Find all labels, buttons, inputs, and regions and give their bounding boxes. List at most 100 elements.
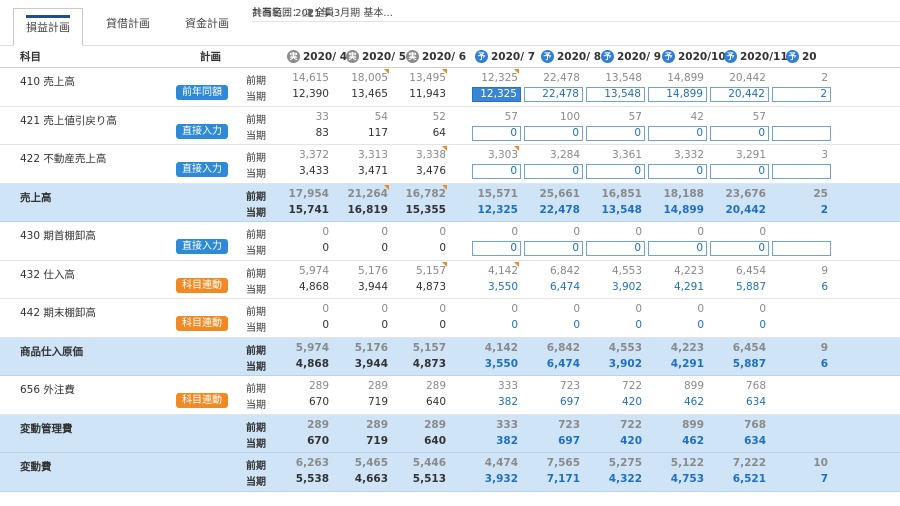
month-header-4: 予 2020/ 8 [541, 46, 601, 68]
actual-badge-icon: 実 [287, 50, 300, 63]
actual-badge-icon: 実 [406, 50, 419, 63]
cur-period-label: 当期 [246, 130, 266, 142]
prev-value: 7,222 [732, 457, 766, 469]
cur-value: 6 [820, 357, 828, 370]
month-header-1: 実 2020/ 5 [346, 46, 406, 68]
month-label: 2020/ 9 [617, 51, 662, 63]
cur-value: 83 [315, 126, 329, 139]
prev-value: 22,478 [543, 72, 580, 84]
value-input[interactable]: 0 [472, 241, 521, 256]
value-input[interactable] [772, 241, 831, 256]
cur-value: 2 [820, 203, 828, 216]
month-header-7: 予 2020/11 [724, 46, 788, 68]
prev-value: 723 [558, 418, 580, 431]
value-input[interactable]: 2 [772, 87, 831, 102]
cur-period-label: 当期 [246, 284, 266, 296]
cur-value: 0 [573, 319, 580, 331]
cur-value: 0 [381, 319, 388, 331]
value-input[interactable]: 0 [472, 164, 521, 179]
prev-period-label: 前期 [246, 114, 266, 126]
cur-value: 670 [307, 434, 329, 447]
prev-value: 57 [504, 110, 518, 123]
prev-value: 6,454 [735, 264, 766, 277]
plan-method-button[interactable]: 科目連動 [176, 316, 228, 331]
account-row: 430 期首棚卸高 直接入力 前期 当期 0 0 0 0 0 0 0 0 0 0 0 0 0 0 0 0 [0, 222, 900, 261]
month-label: 2020/10 [678, 51, 726, 63]
cur-value: 3,476 [415, 165, 446, 177]
cur-value: 6,521 [732, 473, 766, 485]
prev-value: 289 [424, 418, 446, 431]
scope-value: 全員 [314, 8, 335, 19]
value-input[interactable]: 0 [586, 241, 645, 256]
prev-value: 9 [821, 264, 828, 277]
cur-period-label: 当期 [246, 400, 266, 411]
plan-method-button[interactable]: 前年同額 [176, 85, 228, 100]
prev-value: 289 [307, 418, 329, 431]
value-input[interactable]: 14,899 [648, 87, 707, 102]
value-input[interactable] [772, 164, 831, 179]
month-header-8: 予 20 [786, 46, 817, 68]
prev-period-label: 前期 [246, 76, 266, 87]
tab-bs[interactable]: 貸借計画 [88, 8, 168, 40]
subtotal-row: 売上高 前期 当期 17,954 15,741 21,264 16,819 16,782 15,… [0, 183, 900, 222]
value-input[interactable] [772, 125, 831, 141]
prev-value: 15,571 [477, 187, 518, 200]
value-input[interactable]: 22,478 [524, 87, 583, 102]
tab-label: 資金計画 [185, 17, 229, 30]
value-input[interactable]: 0 [710, 164, 769, 179]
prev-value: 0 [439, 303, 446, 315]
plan-method-button[interactable]: 科目連動 [176, 393, 228, 408]
prev-value: 4,474 [484, 457, 518, 469]
value-input[interactable]: 13,548 [586, 87, 645, 102]
value-input[interactable]: 0 [648, 164, 707, 179]
changed-marker-icon [514, 69, 519, 74]
cur-value: 4,873 [412, 357, 446, 370]
cur-value: 6 [821, 280, 828, 293]
value-input[interactable]: 0 [648, 125, 707, 141]
value-input[interactable]: 0 [586, 164, 645, 179]
plan-method-button[interactable]: 直接入力 [176, 123, 228, 139]
value-input[interactable]: 12,325 [472, 87, 521, 102]
value-input[interactable]: 0 [648, 241, 707, 256]
value-input[interactable]: 0 [524, 125, 583, 141]
prev-value: 289 [366, 418, 388, 431]
prev-value: 17,954 [288, 187, 329, 200]
value-input[interactable]: 0 [524, 241, 583, 256]
cur-value: 12,390 [292, 88, 329, 100]
prev-period-label: 前期 [246, 384, 266, 395]
value-input[interactable]: 0 [472, 125, 521, 141]
header-account: 科目 [20, 51, 41, 63]
plan-method-button[interactable]: 直接入力 [176, 162, 228, 177]
prev-value: 42 [690, 110, 704, 123]
cur-value: 462 [682, 434, 704, 447]
month-label: 2020/ 5 [362, 51, 407, 63]
prev-value: 333 [496, 418, 518, 431]
prev-period-label: 前期 [246, 191, 266, 203]
cur-value: 634 [744, 434, 766, 447]
cur-value: 670 [308, 396, 329, 408]
value-input[interactable]: 20,442 [710, 87, 769, 102]
prev-value: 289 [425, 380, 446, 392]
month-label: 2020/ 6 [422, 51, 467, 63]
prev-value: 57 [752, 110, 766, 123]
cur-value: 5,887 [732, 357, 766, 370]
cur-period-label: 当期 [246, 246, 266, 257]
plan-method-button[interactable]: 科目連動 [176, 277, 228, 293]
value-input[interactable]: 0 [524, 164, 583, 179]
prev-value: 0 [697, 303, 704, 315]
cur-value: 382 [496, 434, 518, 447]
month-header-2: 実 2020/ 6 [406, 46, 466, 68]
prev-value: 4,142 [487, 264, 518, 277]
value-input[interactable]: 0 [710, 125, 769, 141]
value-input[interactable]: 0 [586, 125, 645, 141]
plan-method-button[interactable]: 直接入力 [176, 239, 228, 254]
value-input[interactable]: 0 [710, 241, 769, 256]
prev-value: 54 [374, 110, 388, 123]
prev-value: 13,548 [605, 72, 642, 84]
tab-pl[interactable]: 損益計画 [13, 8, 83, 46]
tab-cf[interactable]: 資金計画 [168, 8, 246, 40]
prev-value: 100 [559, 110, 580, 123]
account-name: 656 外注費 [20, 384, 75, 396]
cur-value: 0 [635, 319, 642, 331]
cur-value: 3,932 [484, 473, 518, 485]
